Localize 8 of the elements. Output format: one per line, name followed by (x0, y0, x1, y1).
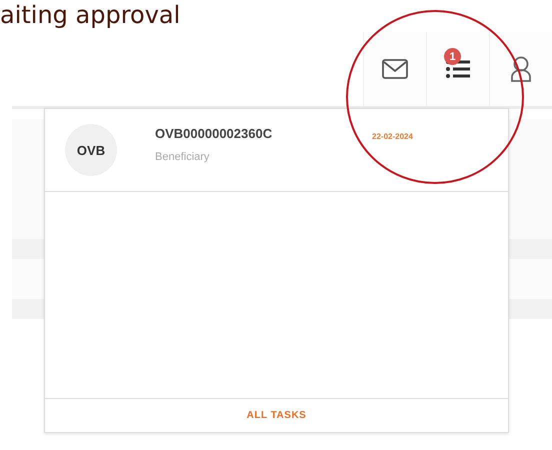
page-title: aiting approval (0, 0, 180, 30)
task-role: Beneficiary (155, 150, 210, 162)
task-item[interactable]: OVB OVB00000002360C Beneficiary 22-02-2024 (45, 109, 508, 192)
user-icon[interactable] (510, 56, 532, 82)
notification-badge: 1 (444, 48, 461, 65)
task-date: 22-02-2024 (372, 132, 414, 140)
mail-icon[interactable] (382, 59, 408, 79)
avatar: OVB (65, 124, 117, 176)
